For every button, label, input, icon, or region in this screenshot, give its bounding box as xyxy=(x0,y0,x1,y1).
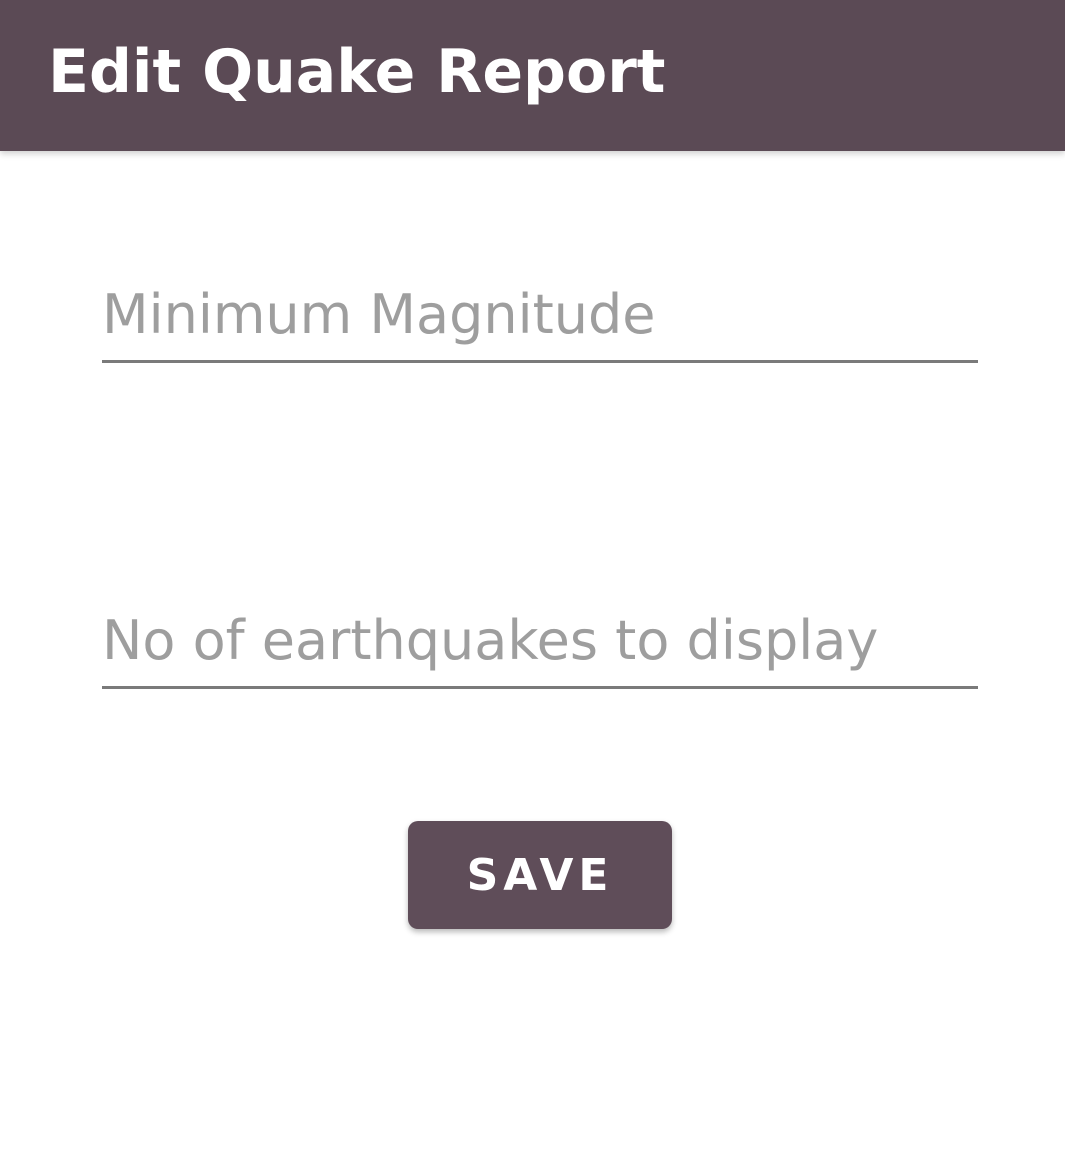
app-bar: Edit Quake Report xyxy=(0,0,1065,151)
min-magnitude-field[interactable] xyxy=(102,270,978,363)
earthquake-count-field[interactable] xyxy=(102,596,978,689)
earthquake-count-input[interactable] xyxy=(102,596,978,686)
save-button[interactable]: SAVE xyxy=(408,821,672,929)
min-magnitude-input[interactable] xyxy=(102,270,978,360)
page-title: Edit Quake Report xyxy=(48,37,666,107)
